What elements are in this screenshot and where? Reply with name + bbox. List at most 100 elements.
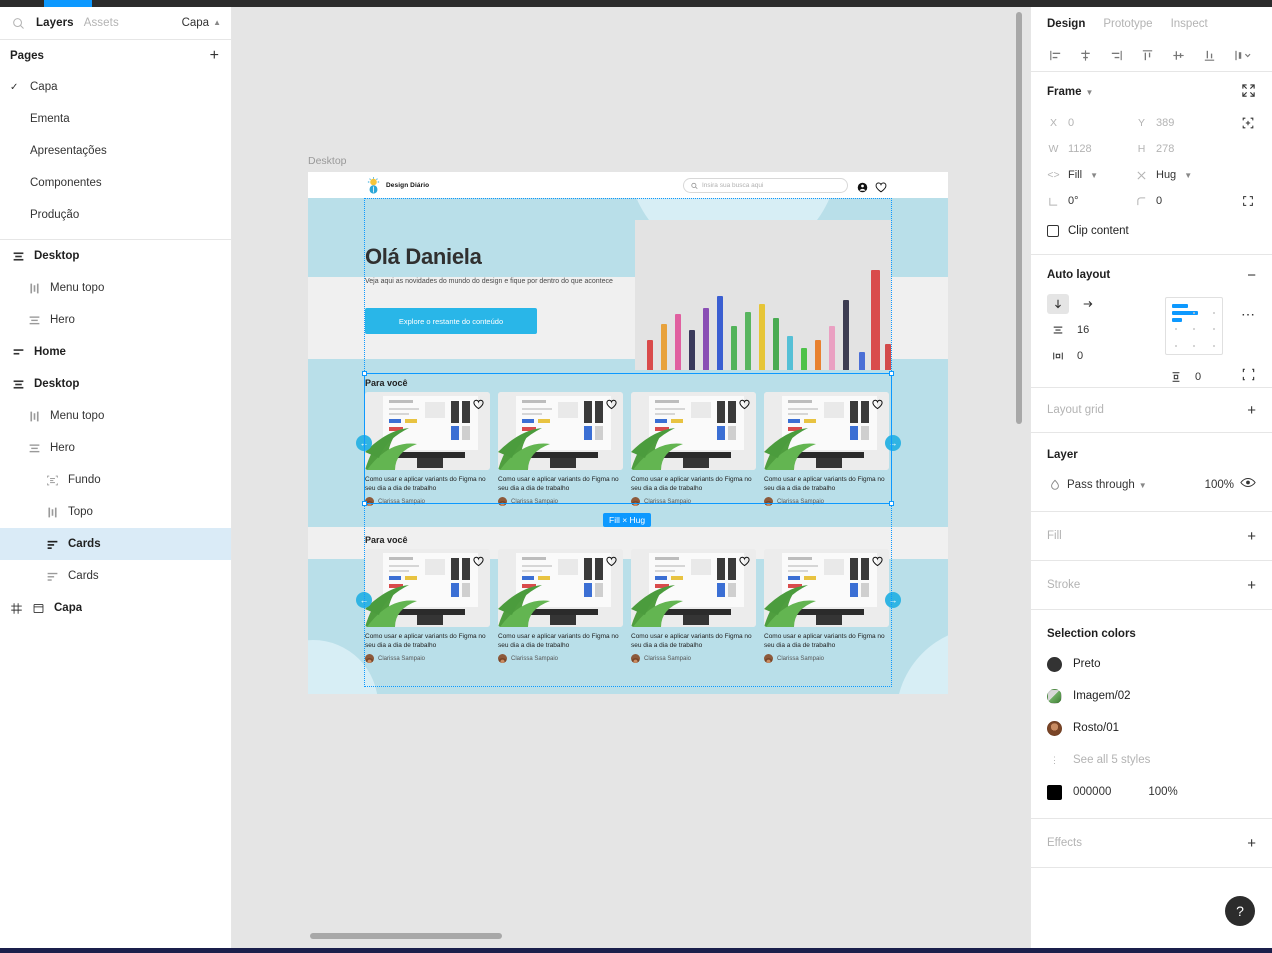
- canvas-horizontal-scrollbar[interactable]: [310, 933, 502, 939]
- see-all-styles-row[interactable]: ⋮ See all 5 styles: [1047, 744, 1256, 776]
- canvas-vertical-scrollbar[interactable]: [1016, 12, 1022, 424]
- tab-assets[interactable]: Assets: [84, 17, 119, 29]
- page-item-ementa[interactable]: Ementa: [0, 103, 231, 135]
- clip-content-row[interactable]: Clip content: [1047, 220, 1256, 242]
- page-selector[interactable]: Capa ▲: [182, 17, 221, 29]
- carousel-next-button[interactable]: →: [885, 592, 901, 608]
- distribute-icon[interactable]: [1232, 48, 1256, 64]
- align-bottom-icon[interactable]: [1201, 48, 1217, 64]
- align-horizontal-center-icon[interactable]: [1078, 48, 1094, 64]
- layer-row-desktop-2[interactable]: Desktop: [0, 368, 231, 400]
- independent-corners-icon[interactable]: [1240, 193, 1256, 209]
- align-right-icon[interactable]: [1109, 48, 1125, 64]
- selection-color-item-preto[interactable]: Preto: [1047, 648, 1256, 680]
- page-item-apresentacoes[interactable]: Apresentações: [0, 135, 231, 167]
- plus-icon[interactable]: +: [1247, 836, 1256, 851]
- design-frame[interactable]: Design Diário Insira sua busca aqui Olá …: [308, 172, 948, 694]
- arrow-down-icon[interactable]: [1047, 294, 1069, 314]
- page-item-producao[interactable]: Produção: [0, 199, 231, 231]
- corner-radius-field[interactable]: 0: [1135, 195, 1223, 207]
- heart-icon[interactable]: [739, 397, 750, 410]
- tab-prototype[interactable]: Prototype: [1103, 18, 1152, 30]
- layer-row-topo[interactable]: Topo: [0, 496, 231, 528]
- plus-icon[interactable]: +: [1247, 403, 1256, 418]
- plus-icon[interactable]: +: [210, 47, 219, 64]
- more-options-icon[interactable]: ⋯: [1241, 307, 1256, 321]
- tab-layers[interactable]: Layers: [36, 17, 74, 29]
- x-field[interactable]: X 0: [1047, 117, 1135, 129]
- resize-to-fit-icon[interactable]: [1240, 115, 1256, 131]
- search-icon[interactable]: [12, 16, 26, 30]
- layer-row-menu-topo-1[interactable]: Menu topo: [0, 272, 231, 304]
- card-item[interactable]: Como usar e aplicar variants do Figma no…: [631, 549, 756, 663]
- layer-row-hero-1[interactable]: Hero: [0, 304, 231, 336]
- card-item[interactable]: Como usar e aplicar variants do Figma no…: [498, 392, 623, 506]
- rotation-field[interactable]: 0°: [1047, 195, 1135, 207]
- selection-color-item-imagem-02[interactable]: Imagem/02: [1047, 680, 1256, 712]
- selection-handle-tr[interactable]: [889, 371, 894, 376]
- frame-name-label[interactable]: Desktop: [308, 155, 347, 167]
- auto-layout-alignment-grid[interactable]: [1165, 297, 1223, 355]
- card-item[interactable]: Como usar e aplicar variants do Figma no…: [764, 549, 889, 663]
- clip-content-toggle-icon[interactable]: [1241, 367, 1256, 387]
- active-tab-indicator[interactable]: [44, 0, 92, 7]
- heart-icon[interactable]: [875, 180, 887, 193]
- y-field[interactable]: Y 389: [1135, 117, 1223, 129]
- layer-row-menu-topo-2[interactable]: Menu topo: [0, 400, 231, 432]
- heart-icon[interactable]: [473, 397, 484, 410]
- card-item[interactable]: Como usar e aplicar variants do Figma no…: [764, 392, 889, 506]
- layer-row-fundo[interactable]: Fundo: [0, 464, 231, 496]
- layer-row-cards[interactable]: Cards: [0, 560, 231, 592]
- selection-handle-bl[interactable]: [362, 501, 367, 506]
- plus-icon[interactable]: +: [1247, 529, 1256, 544]
- heart-icon[interactable]: [872, 397, 883, 410]
- frame-section-title[interactable]: Frame ▼: [1047, 86, 1093, 98]
- layer-row-hero-2[interactable]: Hero: [0, 432, 231, 464]
- site-logo[interactable]: Design Diário: [365, 176, 429, 194]
- plus-icon[interactable]: +: [1247, 578, 1256, 593]
- selection-handle-tl[interactable]: [362, 371, 367, 376]
- opacity-value[interactable]: 100%: [1205, 479, 1234, 491]
- card-item[interactable]: Como usar e aplicar variants do Figma no…: [631, 392, 756, 506]
- card-item[interactable]: Como usar e aplicar variants do Figma no…: [498, 549, 623, 663]
- help-button[interactable]: ?: [1225, 896, 1255, 926]
- selection-handle-br[interactable]: [889, 501, 894, 506]
- page-item-capa[interactable]: ✓ Capa: [0, 71, 231, 103]
- width-field[interactable]: W 1128: [1047, 143, 1135, 155]
- color-swatch[interactable]: [1047, 784, 1062, 800]
- blend-mode-value[interactable]: Pass through: [1067, 479, 1135, 491]
- hero-cta-button[interactable]: Explore o restante do conteúdo: [365, 308, 537, 334]
- layer-row-home[interactable]: Home: [0, 336, 231, 368]
- height-field[interactable]: H 278: [1135, 143, 1223, 155]
- card-item[interactable]: Como usar e aplicar variants do Figma no…: [365, 392, 490, 506]
- heart-icon[interactable]: [606, 554, 617, 567]
- arrow-right-icon[interactable]: [1077, 294, 1099, 314]
- align-vertical-center-icon[interactable]: [1170, 48, 1186, 64]
- tab-design[interactable]: Design: [1047, 18, 1085, 30]
- color-opacity-value[interactable]: 100%: [1148, 786, 1177, 798]
- site-search-input[interactable]: Insira sua busca aqui: [683, 178, 848, 193]
- card-item[interactable]: Como usar e aplicar variants do Figma no…: [365, 549, 490, 663]
- layer-row-desktop-1[interactable]: Desktop: [0, 240, 231, 272]
- layer-row-capa[interactable]: Capa: [0, 592, 231, 624]
- minus-icon[interactable]: −: [1247, 268, 1256, 283]
- horizontal-resizing-field[interactable]: <> Fill ▼: [1047, 169, 1135, 181]
- heart-icon[interactable]: [473, 554, 484, 567]
- color-hex-value[interactable]: 000000: [1073, 786, 1111, 798]
- design-canvas[interactable]: Desktop Design Diário Insira sua busca a…: [232, 7, 1030, 953]
- eye-icon[interactable]: [1240, 476, 1256, 494]
- page-item-componentes[interactable]: Componentes: [0, 167, 231, 199]
- heart-icon[interactable]: [872, 554, 883, 567]
- layer-row-cards-selected[interactable]: Cards: [0, 528, 231, 560]
- align-top-icon[interactable]: [1139, 48, 1155, 64]
- heart-icon[interactable]: [739, 554, 750, 567]
- padding-vertical-field[interactable]: 0: [1165, 367, 1201, 387]
- clip-content-checkbox[interactable]: [1047, 225, 1059, 237]
- tab-inspect[interactable]: Inspect: [1171, 18, 1208, 30]
- heart-icon[interactable]: [606, 397, 617, 410]
- selection-color-raw[interactable]: 000000 100%: [1047, 776, 1256, 808]
- vertical-resizing-field[interactable]: Hug ▼: [1135, 169, 1223, 181]
- carousel-prev-button[interactable]: ←: [356, 435, 372, 451]
- align-left-icon[interactable]: [1047, 48, 1063, 64]
- account-circle-icon[interactable]: [857, 180, 868, 193]
